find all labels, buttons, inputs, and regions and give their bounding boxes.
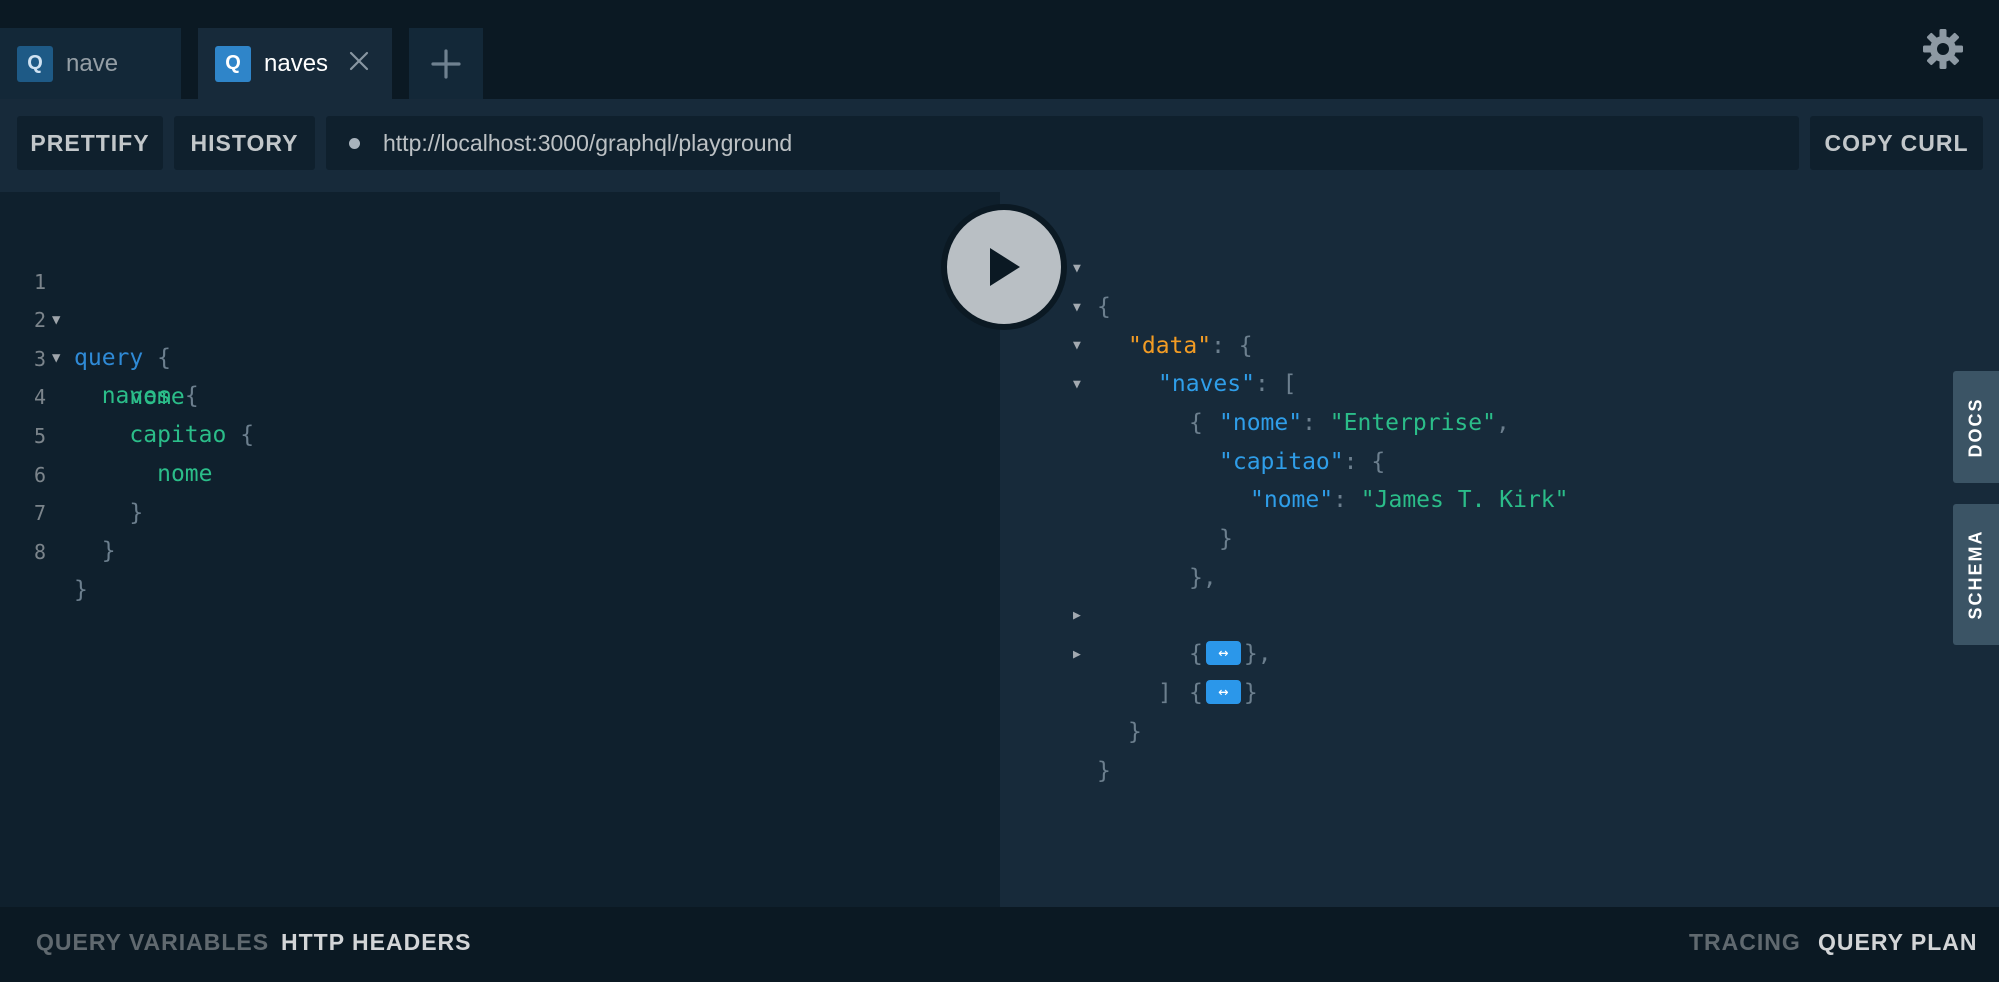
add-tab-button[interactable] xyxy=(409,28,483,99)
json-line: ▼ { xyxy=(1000,212,1900,320)
json-line: }, xyxy=(1189,565,1217,591)
endpoint-url-input[interactable]: http://localhost:3000/graphql/playground xyxy=(326,116,1799,170)
line-number: 8 xyxy=(33,540,46,564)
code-line: 2 ▼ naves { xyxy=(0,263,1000,409)
toolbar: PRETTIFY HISTORY http://localhost:3000/g… xyxy=(0,99,1999,192)
copy-curl-button[interactable]: COPY CURL xyxy=(1810,116,1983,170)
schema-tab[interactable]: SCHEMA xyxy=(1953,504,1999,645)
code-line: 7 } xyxy=(0,456,1000,564)
code-line: 3 nome xyxy=(0,302,1000,410)
tracing-tab[interactable]: TRACING xyxy=(1689,929,1801,956)
plus-icon xyxy=(431,48,461,79)
code-line: 6 } xyxy=(0,418,1000,526)
json-line: "nome": "Enterprise", xyxy=(1219,410,1510,436)
play-icon xyxy=(990,248,1020,286)
http-headers-tab[interactable]: HTTP HEADERS xyxy=(281,929,472,956)
result-viewer: ▼ { ▼ "data": { ▼ "naves": [ ▼ { "nome":… xyxy=(1000,192,1999,907)
json-line: ▼ "data": { xyxy=(1000,251,1900,359)
schema-tab-label: SCHEMA xyxy=(1965,529,1986,620)
json-line: } xyxy=(1219,526,1233,552)
json-line: ▼ { xyxy=(1000,328,1900,436)
tab-nave[interactable]: Q nave xyxy=(0,28,181,99)
query-editor[interactable]: 1 ▼ query { 2 ▼ naves { 3 nome 4 capitao… xyxy=(0,192,1000,907)
docs-tab[interactable]: DOCS xyxy=(1953,371,1999,483)
query-badge: Q xyxy=(17,45,53,82)
tab-title: nave xyxy=(66,49,119,77)
code-line: 8 } xyxy=(0,495,1000,603)
run-query-button[interactable] xyxy=(947,210,1061,324)
tab-bar: Q nave Q naves xyxy=(0,0,1999,99)
json-line: ] xyxy=(1158,680,1172,706)
bottom-bar: QUERY VARIABLES HTTP HEADERS TRACING QUE… xyxy=(0,907,1999,982)
query-variables-tab[interactable]: QUERY VARIABLES xyxy=(36,929,269,956)
tab-title: naves xyxy=(264,49,329,77)
json-line: ▶ {↔}, xyxy=(1000,559,1900,667)
prettify-button[interactable]: PRETTIFY xyxy=(17,116,163,170)
json-line: "nome": "James T. Kirk" xyxy=(1250,487,1569,513)
json-line: ▶ {↔} xyxy=(1000,598,1900,706)
json-line: } xyxy=(1097,758,1111,784)
json-line: "capitao": { xyxy=(1219,449,1386,475)
status-dot-icon xyxy=(349,137,360,149)
json-line: } xyxy=(1128,719,1142,745)
query-plan-tab[interactable]: QUERY PLAN xyxy=(1818,929,1978,956)
history-button[interactable]: HISTORY xyxy=(174,116,315,170)
code-line: 5 nome xyxy=(0,379,1000,487)
close-icon[interactable] xyxy=(346,48,372,74)
docs-tab-label: DOCS xyxy=(1965,396,1986,458)
json-line: ▼ "naves": [ xyxy=(1000,289,1900,397)
code-line: 1 ▼ query { xyxy=(0,225,1000,371)
query-badge: Q xyxy=(215,45,251,82)
tab-naves[interactable]: Q naves xyxy=(198,28,392,99)
endpoint-url-text: http://localhost:3000/graphql/playground xyxy=(383,129,793,156)
code-line: 4 capitao { xyxy=(0,340,1000,448)
gear-icon[interactable] xyxy=(1922,28,1964,70)
